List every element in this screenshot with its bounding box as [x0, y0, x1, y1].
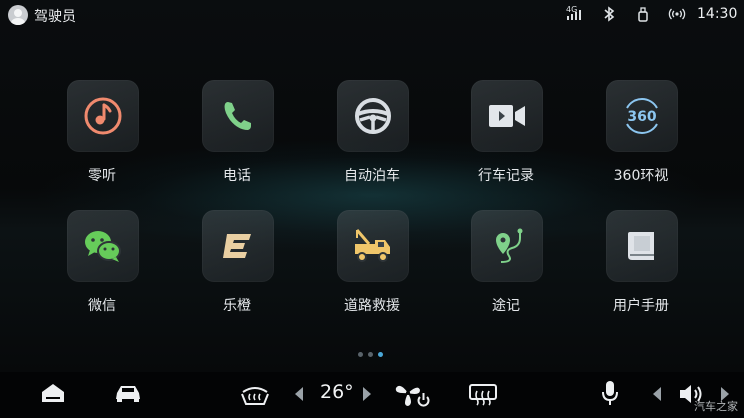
front-defrost-button[interactable] — [240, 382, 270, 410]
home-button[interactable] — [40, 382, 66, 408]
chevron-left-icon — [295, 387, 303, 401]
app-label-auto-parking: 自动泊车 — [344, 168, 400, 184]
volume-down-button[interactable] — [652, 386, 662, 406]
route-icon — [496, 228, 523, 263]
temp-up-button[interactable] — [362, 386, 372, 406]
app-tile-road-rescue[interactable] — [337, 210, 409, 282]
lecheng-icon — [223, 234, 251, 258]
phone-icon — [224, 102, 251, 130]
app-tile-auto-parking[interactable] — [337, 80, 409, 152]
app-tile-phone[interactable] — [202, 80, 274, 152]
front-defrost-icon — [241, 387, 269, 405]
app-label-lecheng: 乐橙 — [223, 298, 251, 314]
app-tile-wechat[interactable] — [67, 210, 139, 282]
page-dot[interactable] — [358, 352, 363, 357]
vehicle-button[interactable] — [114, 382, 142, 408]
page-dot-active[interactable] — [378, 352, 383, 357]
avatar[interactable] — [8, 5, 28, 25]
music-icon — [84, 97, 122, 135]
home-screen: 驾驶员 4G 14:30 零听 电话 自动泊车 行车记录 360 360环视 微… — [0, 0, 744, 418]
microphone-icon — [602, 381, 618, 405]
wechat-icon — [85, 231, 121, 262]
app-label-360-view: 360环视 — [613, 168, 669, 184]
bluetooth-icon — [603, 6, 615, 22]
status-bar: 驾驶员 4G 14:30 — [0, 0, 744, 30]
rear-defrost-button[interactable] — [468, 382, 498, 410]
app-label-wechat: 微信 — [88, 298, 116, 314]
bottom-dock — [0, 372, 744, 418]
app-tile-360-view[interactable]: 360 — [606, 80, 678, 152]
climate-fan-button[interactable] — [394, 380, 430, 412]
home-icon — [42, 384, 64, 402]
app-label-phone: 电话 — [223, 168, 251, 184]
app-tile-lecheng[interactable] — [202, 210, 274, 282]
app-tile-tuji[interactable] — [471, 210, 543, 282]
page-indicator — [358, 352, 388, 358]
voice-button[interactable] — [600, 380, 620, 410]
chevron-right-icon — [363, 387, 371, 401]
chevron-left-icon — [653, 387, 661, 401]
temperature-display: 26° — [320, 381, 354, 403]
fan-power-icon — [395, 385, 430, 407]
user-icon — [11, 9, 25, 25]
car-icon — [116, 386, 140, 402]
temp-down-button[interactable] — [294, 386, 304, 406]
rear-defrost-icon — [469, 384, 497, 406]
app-label-user-manual: 用户手册 — [613, 298, 669, 314]
steering-wheel-icon — [355, 98, 391, 134]
watermark: 汽车之家 — [694, 400, 738, 413]
app-label-road-rescue: 道路救援 — [344, 298, 400, 314]
360-view-icon: 360 — [626, 98, 658, 134]
video-camera-icon — [489, 105, 525, 127]
app-label-lingting: 零听 — [88, 168, 116, 184]
svg-text:360: 360 — [627, 109, 656, 125]
app-tile-lingting[interactable] — [67, 80, 139, 152]
signal-broadcast-icon — [668, 6, 686, 22]
app-label-tuji: 途记 — [492, 298, 520, 314]
app-tile-dashcam[interactable] — [471, 80, 543, 152]
page-dot[interactable] — [368, 352, 373, 357]
tow-truck-icon — [355, 229, 390, 262]
user-label[interactable]: 驾驶员 — [34, 6, 76, 26]
usb-icon — [637, 6, 649, 22]
app-label-dashcam: 行车记录 — [478, 168, 534, 184]
clock: 14:30 — [697, 6, 738, 22]
manual-book-icon — [628, 232, 654, 260]
app-tile-user-manual[interactable] — [606, 210, 678, 282]
